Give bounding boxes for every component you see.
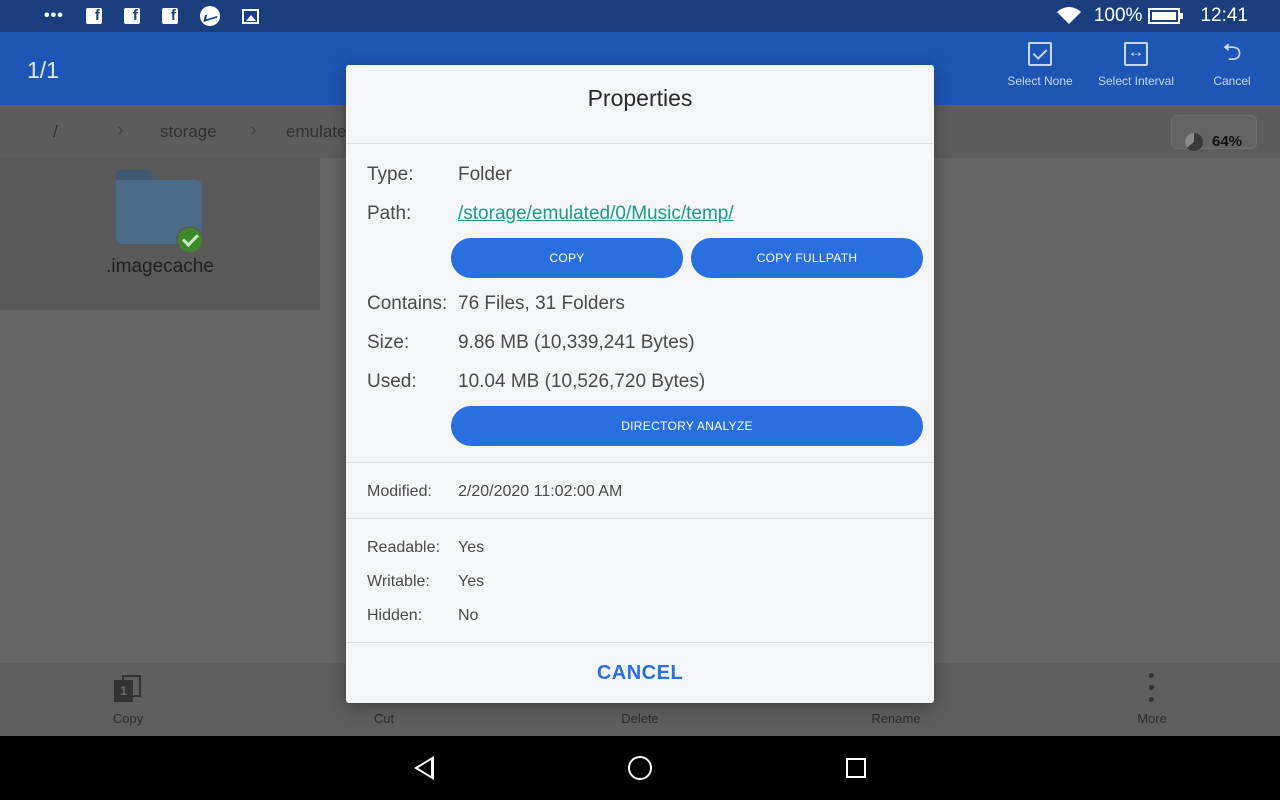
divider xyxy=(346,462,934,463)
image-notification-icon xyxy=(241,8,259,24)
size-label: Size: xyxy=(367,332,410,353)
status-bar: ••• f f f 100% 12:41 xyxy=(0,0,1280,32)
more-action-button[interactable]: More xyxy=(1024,663,1280,736)
select-interval-label: Select Interval xyxy=(1097,74,1175,88)
directory-analyze-button[interactable]: DIRECTORY ANALYZE xyxy=(451,406,923,446)
divider xyxy=(346,518,934,519)
modified-value: 2/20/2020 11:02:00 AM xyxy=(458,483,623,500)
copy-action-button[interactable]: 1 Copy xyxy=(0,663,256,736)
size-value: 9.86 MB (10,339,241 Bytes) xyxy=(458,332,695,353)
chevron-right-icon: › xyxy=(250,119,257,141)
breadcrumb-item-storage[interactable]: storage xyxy=(160,122,217,142)
used-value: 10.04 MB (10,526,720 Bytes) xyxy=(458,371,706,392)
file-name: .imagecache xyxy=(106,256,214,277)
cut-action-label: Cut xyxy=(373,711,395,726)
wifi-icon xyxy=(1056,7,1081,24)
type-label: Type: xyxy=(367,164,414,185)
facebook-notification-icon: f xyxy=(161,8,178,24)
copy-action-label: Copy xyxy=(112,711,144,726)
home-icon[interactable] xyxy=(628,756,652,780)
breadcrumb-root[interactable]: / xyxy=(53,122,58,142)
select-none-button[interactable]: Select None xyxy=(995,42,1085,88)
battery-percent: 100% xyxy=(1093,5,1143,26)
messenger-notification-icon xyxy=(199,6,220,26)
properties-dialog: Properties Type: Folder Path: /storage/e… xyxy=(346,65,934,703)
path-label: Path: xyxy=(367,203,412,224)
more-vertical-icon xyxy=(1149,673,1155,709)
modified-label: Modified: xyxy=(367,483,432,500)
divider xyxy=(346,143,934,144)
storage-usage-button[interactable]: 64% xyxy=(1171,115,1257,151)
hidden-value: No xyxy=(458,607,479,624)
return-icon: ⮌ xyxy=(1222,39,1242,66)
storage-percent: 64% xyxy=(1212,133,1243,150)
selection-count: 1/1 xyxy=(27,57,59,83)
copy-path-button[interactable]: COPY xyxy=(451,238,683,278)
copy-fullpath-button[interactable]: COPY FULLPATH xyxy=(691,238,923,278)
system-nav-bar xyxy=(0,736,1280,800)
select-none-icon xyxy=(1028,42,1052,66)
select-interval-icon xyxy=(1124,42,1148,66)
facebook-notification-icon: f xyxy=(85,8,102,24)
writable-value: Yes xyxy=(458,573,485,590)
battery-icon xyxy=(1148,8,1184,24)
path-link[interactable]: /storage/emulated/0/Music/temp/ xyxy=(458,203,734,225)
contains-label: Contains: xyxy=(367,293,448,314)
delete-action-label: Delete xyxy=(621,711,659,726)
breadcrumb-item-emulated[interactable]: emulate xyxy=(286,122,346,142)
select-interval-button[interactable]: Select Interval xyxy=(1091,42,1181,88)
hidden-label: Hidden: xyxy=(367,607,423,624)
more-action-label: More xyxy=(1137,711,1167,726)
copy-icon: 1 xyxy=(114,675,142,702)
cancel-button[interactable]: CANCEL xyxy=(346,643,934,703)
used-label: Used: xyxy=(367,371,417,392)
rename-action-label: Rename xyxy=(871,711,921,726)
more-notifications-icon: ••• xyxy=(44,7,64,24)
cancel-selection-button[interactable]: ⮌ Cancel xyxy=(1187,39,1277,89)
select-none-label: Select None xyxy=(1007,74,1073,88)
writable-label: Writable: xyxy=(367,573,430,590)
pie-chart-icon xyxy=(1185,133,1203,151)
back-icon[interactable] xyxy=(414,756,434,780)
clock: 12:41 xyxy=(1200,5,1248,26)
readable-value: Yes xyxy=(458,539,485,556)
readable-label: Readable: xyxy=(367,539,440,556)
recent-apps-icon[interactable] xyxy=(846,758,866,778)
cancel-selection-label: Cancel xyxy=(1213,74,1251,88)
chevron-right-icon: › xyxy=(117,119,124,141)
selected-check-icon xyxy=(176,226,204,254)
contains-value: 76 Files, 31 Folders xyxy=(458,293,625,314)
type-value: Folder xyxy=(458,164,512,185)
dialog-title: Properties xyxy=(587,85,693,111)
file-item[interactable]: .imagecache xyxy=(0,158,320,310)
facebook-notification-icon: f xyxy=(123,8,140,24)
